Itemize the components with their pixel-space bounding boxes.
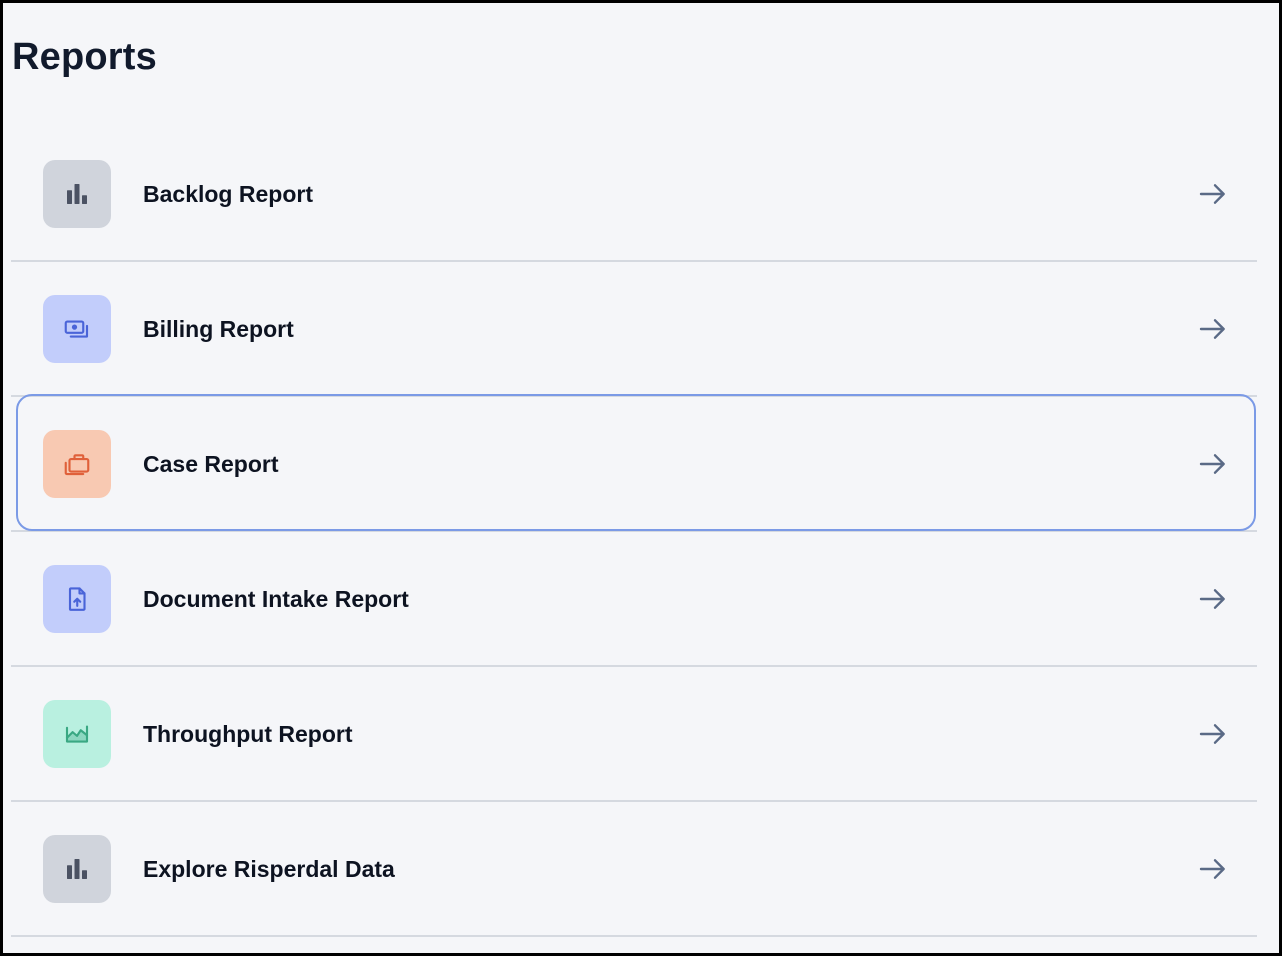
report-row-case[interactable]: Case Report — [11, 394, 1257, 532]
arrow-right-icon — [1199, 589, 1225, 609]
report-row-document-intake[interactable]: Document Intake Report — [11, 532, 1257, 667]
report-label: Billing Report — [143, 316, 294, 342]
report-label: Throughput Report — [143, 721, 353, 747]
arrow-right-icon — [1199, 319, 1225, 339]
page-title: Reports — [12, 36, 157, 78]
briefcase-icon — [43, 430, 111, 498]
report-row-throughput[interactable]: Throughput Report — [11, 667, 1257, 802]
bar-chart-icon — [43, 160, 111, 228]
report-row-backlog[interactable]: Backlog Report — [11, 127, 1257, 262]
report-label: Case Report — [143, 451, 279, 477]
document-upload-icon — [43, 565, 111, 633]
arrow-right-icon — [1199, 454, 1225, 474]
reports-page: Reports Backlog Report Billing Report Ca… — [3, 3, 1279, 953]
area-chart-icon — [43, 700, 111, 768]
report-label: Backlog Report — [143, 181, 313, 207]
bar-chart-icon — [43, 835, 111, 903]
report-list: Backlog Report Billing Report Case Repor… — [11, 127, 1257, 937]
arrow-right-icon — [1199, 184, 1225, 204]
report-label: Explore Risperdal Data — [143, 856, 395, 882]
arrow-right-icon — [1199, 724, 1225, 744]
money-bill-icon — [43, 295, 111, 363]
report-label: Document Intake Report — [143, 586, 409, 612]
arrow-right-icon — [1199, 859, 1225, 879]
report-row-explore-risperdal-data[interactable]: Explore Risperdal Data — [11, 802, 1257, 937]
report-row-billing[interactable]: Billing Report — [11, 262, 1257, 397]
